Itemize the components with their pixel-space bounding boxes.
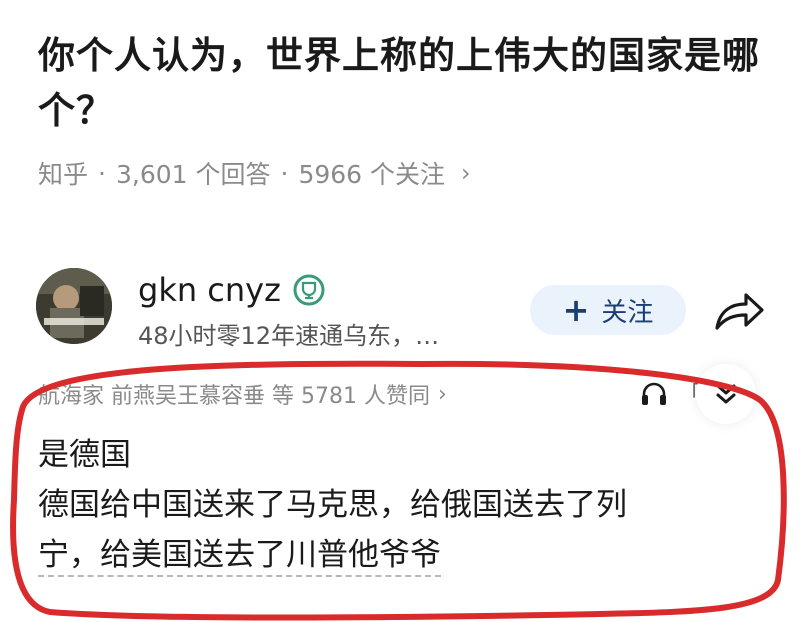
chevron-right-icon: › — [437, 381, 447, 407]
answer-line: 宁，给美国送去了川普他爷爷 — [38, 530, 768, 580]
chevron-right-icon: › — [461, 159, 471, 187]
avatar[interactable] — [36, 268, 112, 344]
double-chevron-down-icon — [716, 384, 736, 404]
voters-line[interactable]: 航海家 前燕吴王慕容垂 等 5781 人赞同 › — [38, 378, 447, 410]
source-label: 知乎 — [38, 160, 89, 189]
badge-icon — [293, 274, 325, 306]
answer-count: 3,601 个回答 — [115, 160, 271, 189]
follower-count: 5966 个关注 — [298, 160, 446, 189]
follow-button[interactable]: + 关注 — [530, 285, 686, 335]
meta-separator: · — [280, 158, 289, 188]
question-title[interactable]: 你个人认为，世界上称的上伟大的国家是哪个？ — [38, 28, 778, 138]
follow-label: 关注 — [601, 297, 654, 328]
plus-icon: + — [562, 291, 590, 329]
author-name[interactable]: gkn cnyz — [138, 270, 325, 310]
author-name-text[interactable]: gkn cnyz — [138, 271, 281, 309]
answer-line-text: 宁，给美国送去了川普他爷爷 — [38, 537, 441, 577]
voters-text: 航海家 前燕吴王慕容垂 等 5781 人赞同 — [38, 384, 430, 409]
answer-line: 是德国 — [38, 437, 131, 473]
author-bio: 48小时零12年速通乌东，… — [138, 322, 440, 350]
meta-separator: · — [98, 158, 106, 188]
answer-body[interactable]: 是德国 德国给中国送来了马克思，给俄国送去了列 宁，给美国送去了川普他爷爷 — [38, 430, 768, 580]
question-meta[interactable]: 知乎 · 3,601 个回答 · 5966 个关注 › — [38, 155, 471, 191]
collapse-button[interactable] — [696, 364, 756, 424]
answer-line: 德国给中国送来了马克思，给俄国送去了列 — [38, 487, 627, 523]
headphones-icon[interactable] — [640, 380, 668, 408]
share-icon[interactable] — [712, 290, 766, 332]
